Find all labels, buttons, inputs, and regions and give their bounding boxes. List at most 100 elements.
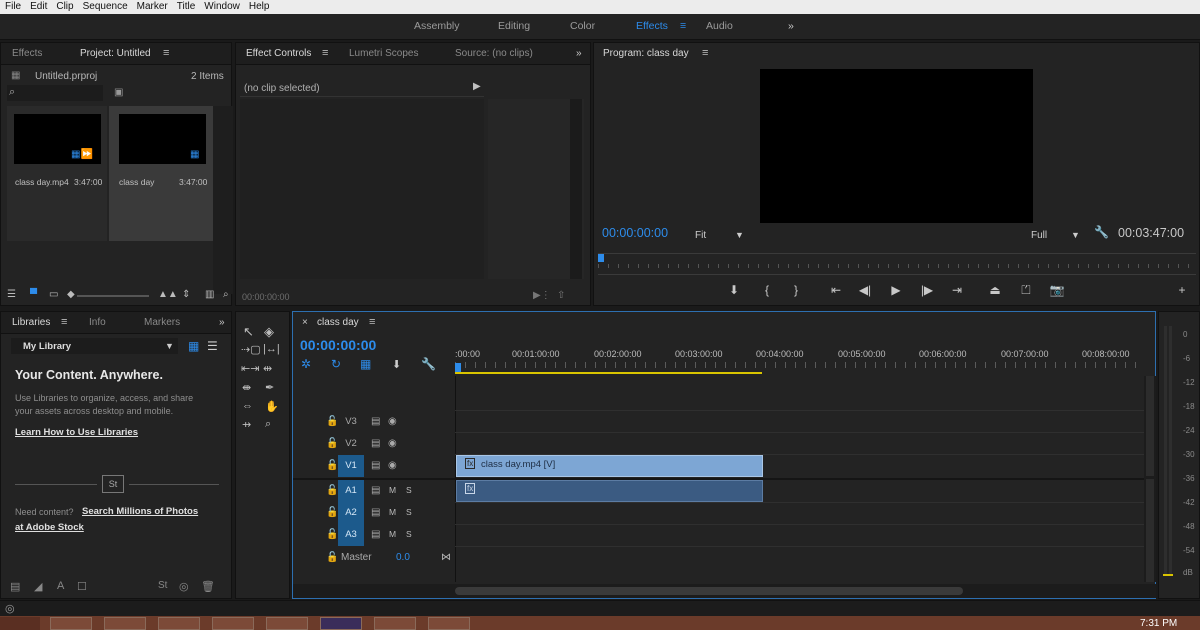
zoom-slider[interactable] bbox=[77, 295, 149, 297]
hand-tool-icon[interactable]: ✋ bbox=[265, 400, 279, 413]
workspace-assembly[interactable]: Assembly bbox=[414, 20, 460, 32]
lock-icon[interactable]: 🔓 bbox=[326, 416, 338, 427]
stock-icon[interactable]: St bbox=[158, 580, 167, 591]
selection-tool-icon[interactable]: ↖ bbox=[243, 324, 254, 340]
tab-markers[interactable]: Markers bbox=[144, 317, 180, 328]
panel-menu-icon[interactable]: ≡ bbox=[163, 47, 169, 59]
solo-button[interactable]: S bbox=[406, 507, 412, 517]
button-editor-icon[interactable]: + bbox=[1173, 283, 1191, 297]
taskbar-app-premiere[interactable] bbox=[320, 617, 362, 630]
track-label[interactable]: V1 bbox=[338, 455, 364, 477]
workspace-effects[interactable]: Effects bbox=[636, 20, 668, 32]
mark-out-icon[interactable]: } bbox=[787, 283, 805, 297]
track-label[interactable]: V2 bbox=[338, 433, 364, 455]
horizontal-scrollbar[interactable] bbox=[293, 584, 1156, 598]
taskbar-app-explorer[interactable] bbox=[104, 617, 146, 630]
search-input[interactable]: ⌕ bbox=[7, 85, 103, 101]
adobe-stock-link[interactable]: Search Millions of Photos bbox=[82, 506, 198, 517]
tab-project[interactable]: Project: Untitled bbox=[80, 48, 151, 59]
playhead-marker[interactable] bbox=[598, 254, 604, 262]
mute-button[interactable]: M bbox=[389, 485, 396, 495]
workspace-overflow-icon[interactable]: » bbox=[788, 20, 794, 32]
lock-icon[interactable]: 🔓 bbox=[326, 529, 338, 540]
wrench-icon[interactable]: 🔧 bbox=[1094, 225, 1109, 239]
step-forward-icon[interactable]: |▶ bbox=[918, 283, 936, 297]
track-label[interactable]: V3 bbox=[338, 411, 364, 433]
eye-icon[interactable]: ◉ bbox=[388, 438, 397, 449]
master-volume[interactable]: 0.0 bbox=[396, 552, 410, 563]
panel-menu-icon[interactable]: ≡ bbox=[702, 47, 708, 59]
add-graphic-icon[interactable]: ▤ bbox=[10, 580, 20, 593]
tab-effect-controls[interactable]: Effect Controls bbox=[246, 48, 311, 59]
panel-overflow-icon[interactable]: » bbox=[576, 48, 582, 59]
eye-icon[interactable]: ◉ bbox=[388, 416, 397, 427]
play-icon[interactable]: ▶ bbox=[887, 283, 905, 297]
automate-icon[interactable]: ⇕ bbox=[182, 289, 190, 300]
tab-effects[interactable]: Effects bbox=[12, 48, 42, 59]
video-clip[interactable]: fx class day.mp4 [V] bbox=[456, 455, 763, 477]
taskbar-app-4[interactable] bbox=[266, 617, 308, 630]
extract-icon[interactable]: ⏍ bbox=[1017, 283, 1035, 298]
list-view-icon[interactable]: ☰ bbox=[7, 289, 16, 300]
filter-icon[interactable]: ▶⋮ bbox=[533, 290, 551, 301]
workspace-color[interactable]: Color bbox=[570, 20, 595, 32]
audio-clip[interactable]: fx bbox=[456, 480, 763, 502]
library-dropdown[interactable]: My Library ▼ bbox=[11, 338, 178, 354]
sync-lock-icon[interactable]: ▤ bbox=[371, 460, 380, 471]
pen-tool-icon[interactable]: ✒ bbox=[265, 381, 274, 394]
new-bin-icon[interactable]: ▣ bbox=[114, 87, 123, 98]
learn-libraries-link[interactable]: Learn How to Use Libraries bbox=[15, 427, 138, 438]
sync-lock-icon[interactable]: ▤ bbox=[371, 485, 380, 496]
menu-file[interactable]: File bbox=[0, 0, 25, 14]
sequence-tab[interactable]: class day bbox=[317, 317, 359, 328]
creative-cloud-icon[interactable]: ◎ bbox=[179, 580, 189, 593]
timeline-ruler[interactable]: :00:00 00:01:00:00 00:02:00:00 00:03:00:… bbox=[455, 342, 1144, 376]
list-view-icon[interactable]: ☰ bbox=[207, 339, 218, 353]
tab-lumetri-scopes[interactable]: Lumetri Scopes bbox=[349, 48, 418, 59]
status-icon[interactable]: ◎ bbox=[5, 602, 15, 615]
lift-icon[interactable]: ⏏ bbox=[986, 283, 1004, 297]
trash-icon[interactable]: 🗑 bbox=[201, 580, 215, 593]
track-select-forward-icon[interactable]: ⇸ bbox=[242, 418, 251, 431]
taskbar-app-ie[interactable] bbox=[50, 617, 92, 630]
new-item-icon[interactable]: ⌕ bbox=[223, 289, 229, 300]
rate-stretch-tool-icon[interactable]: ⇔ bbox=[242, 400, 253, 412]
video-preview[interactable] bbox=[760, 69, 1033, 223]
master-pan-icon[interactable]: ⋈ bbox=[441, 552, 451, 563]
scrollbar[interactable] bbox=[570, 99, 582, 279]
find-icon[interactable]: ▥ bbox=[205, 289, 214, 300]
scrollbar-thumb[interactable] bbox=[455, 587, 963, 595]
workspace-audio[interactable]: Audio bbox=[706, 20, 733, 32]
tab-libraries[interactable]: Libraries bbox=[12, 317, 50, 328]
slide-tool-icon[interactable]: ⇹ bbox=[263, 362, 272, 375]
monitor-time-ruler[interactable] bbox=[598, 253, 1196, 275]
insert-sequence-icon[interactable]: ▦ bbox=[360, 357, 371, 371]
track-label[interactable]: A3 bbox=[338, 524, 364, 546]
lock-icon[interactable]: 🔓 bbox=[326, 552, 338, 563]
panel-menu-icon[interactable]: ≡ bbox=[322, 47, 328, 59]
workspace-editing[interactable]: Editing bbox=[498, 20, 530, 32]
export-frame-icon[interactable]: 📷 bbox=[1048, 283, 1066, 297]
menu-edit[interactable]: Edit bbox=[25, 0, 51, 14]
taskbar-app-6[interactable] bbox=[428, 617, 470, 630]
razor-tool-icon[interactable]: ◈ bbox=[264, 324, 274, 340]
add-text-icon[interactable]: A bbox=[57, 580, 64, 592]
lock-icon[interactable]: 🔓 bbox=[326, 460, 338, 471]
mark-in-icon[interactable]: { bbox=[758, 283, 776, 297]
lock-icon[interactable]: 🔓 bbox=[326, 507, 338, 518]
taskbar-app-store[interactable] bbox=[158, 617, 200, 630]
ripple-edit-tool-icon[interactable]: ⇤⇥ bbox=[241, 362, 259, 375]
add-shape-icon[interactable]: ☐ bbox=[77, 580, 87, 593]
lock-icon[interactable]: 🔓 bbox=[326, 438, 338, 449]
icon-view-icon[interactable]: ▀ bbox=[30, 289, 37, 300]
start-button[interactable] bbox=[0, 617, 40, 630]
add-color-icon[interactable]: ◢ bbox=[34, 580, 42, 593]
mute-button[interactable]: M bbox=[389, 529, 396, 539]
sync-lock-icon[interactable]: ▤ bbox=[371, 507, 380, 518]
go-to-in-icon[interactable]: ⇤ bbox=[827, 283, 845, 297]
adobe-stock-link-2[interactable]: at Adobe Stock bbox=[15, 522, 84, 533]
add-marker-icon[interactable]: ⬇ bbox=[392, 358, 401, 371]
sync-lock-icon[interactable]: ▤ bbox=[371, 438, 380, 449]
work-area-bar[interactable] bbox=[455, 372, 762, 374]
close-icon[interactable]: × bbox=[302, 317, 308, 328]
